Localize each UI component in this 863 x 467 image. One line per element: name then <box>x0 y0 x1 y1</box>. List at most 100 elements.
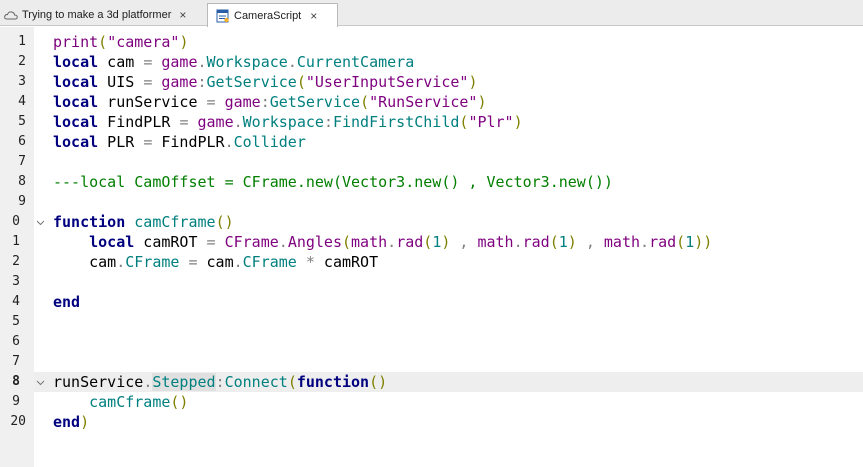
code-line-3: local UIS = game:GetService("UserInputSe… <box>53 72 477 92</box>
token: ) <box>513 113 523 131</box>
code-line-1: print("camera") <box>53 32 188 52</box>
line-number: 6 <box>18 134 26 149</box>
line-number: 4 <box>12 294 20 309</box>
line-number: 2 <box>18 54 26 69</box>
token: game <box>152 53 198 71</box>
tab-camerascript[interactable]: CameraScript × <box>207 3 338 27</box>
line-number: 3 <box>12 274 20 289</box>
token: UIS <box>98 73 144 91</box>
token: )) <box>694 233 713 251</box>
line-number: 2 <box>12 254 20 269</box>
token: rad <box>396 233 424 251</box>
token: game <box>152 73 198 91</box>
token: local <box>53 53 99 71</box>
line-number-gutter: 1 2 3 4 5 6 7 8 9 0 1 2 3 4 5 6 7 8 9 20 <box>0 27 34 467</box>
token: . <box>278 233 288 251</box>
token: cam <box>98 53 144 71</box>
code-editor[interactable]: print("camera") local cam = game.Workspa… <box>34 27 863 467</box>
line-number: 1 <box>18 34 26 49</box>
token: . <box>224 133 234 151</box>
fold-chevron-icon[interactable] <box>36 378 45 387</box>
token: Workspace <box>206 53 288 71</box>
code-line-10: function camCframe() <box>53 212 234 232</box>
fold-chevron-icon[interactable] <box>36 218 45 227</box>
token: () <box>215 213 234 231</box>
close-icon[interactable]: × <box>179 8 186 22</box>
token: ( <box>360 93 370 111</box>
code-line-5: local FindPLR = game.Workspace:FindFirst… <box>53 112 523 132</box>
token: . <box>233 113 243 131</box>
code-line-11: local camROT = CFrame.Angles(math.rad(1)… <box>53 232 712 252</box>
token: rad <box>649 233 677 251</box>
close-icon[interactable]: × <box>310 9 317 23</box>
line-number: 7 <box>12 354 20 369</box>
token: Angles <box>287 233 342 251</box>
token: ( <box>549 233 559 251</box>
tab-trying-to-make-a-3d-platformer[interactable]: Trying to make a 3d platformer × <box>0 4 204 26</box>
script-icon <box>216 9 229 22</box>
token: ) <box>477 93 487 111</box>
token: local <box>53 113 99 131</box>
code-line-19: camCframe() <box>53 392 188 412</box>
token: () <box>170 393 189 411</box>
token: . <box>387 233 397 251</box>
line-number: 0 <box>12 214 20 229</box>
token: game <box>188 113 234 131</box>
token: = <box>206 233 216 251</box>
token: FindPLR <box>98 113 180 131</box>
token: local <box>89 233 135 251</box>
token: ( <box>296 73 306 91</box>
token: ( <box>676 233 686 251</box>
token: Workspace <box>242 113 324 131</box>
line-number: 7 <box>18 154 26 169</box>
token: camCframe <box>134 213 216 231</box>
line-number: 9 <box>18 194 26 209</box>
token: . <box>513 233 523 251</box>
token: rad <box>522 233 550 251</box>
code-line-18: runService.Stepped:Connect(function() <box>53 372 387 392</box>
token: . <box>287 53 297 71</box>
token: GetService <box>269 93 361 111</box>
token: cam <box>197 253 234 271</box>
token: Collider <box>233 133 306 151</box>
line-number: 6 <box>12 334 20 349</box>
token: function <box>53 213 126 231</box>
line-number: 8 <box>18 174 26 189</box>
token: end <box>53 413 81 431</box>
token: PLR <box>98 133 144 151</box>
token: , <box>576 233 604 251</box>
token: = <box>143 133 153 151</box>
code-line-8-comment: ---local CamOffset = CFrame.new(Vector3.… <box>53 173 613 191</box>
code-line-6: local PLR = FindPLR.Collider <box>53 132 306 152</box>
token: ) <box>567 233 577 251</box>
code-line-2: local cam = game.Workspace.CurrentCamera <box>53 52 414 72</box>
token: "Plr" <box>468 113 514 131</box>
token: = <box>206 93 216 111</box>
token: ) <box>179 33 189 51</box>
token: : <box>215 373 225 391</box>
token: local <box>53 133 99 151</box>
token: GetService <box>206 73 297 91</box>
token: Stepped <box>152 373 216 391</box>
tab-label: CameraScript <box>234 9 302 22</box>
token: 1 <box>685 233 695 251</box>
token: : <box>323 113 333 131</box>
token: print <box>53 33 99 51</box>
token: . <box>143 373 153 391</box>
code-line-14: end <box>53 292 80 312</box>
token: camCframe <box>89 393 171 411</box>
token: runService <box>53 373 144 391</box>
token: "RunService" <box>369 93 478 111</box>
token: , <box>450 233 478 251</box>
line-number: 5 <box>12 314 20 329</box>
token: FindPLR <box>152 133 225 151</box>
code-line-20: end) <box>53 412 89 432</box>
line-number: 1 <box>12 234 20 249</box>
token: ( <box>287 373 297 391</box>
token: game <box>215 93 261 111</box>
token: math <box>477 233 514 251</box>
